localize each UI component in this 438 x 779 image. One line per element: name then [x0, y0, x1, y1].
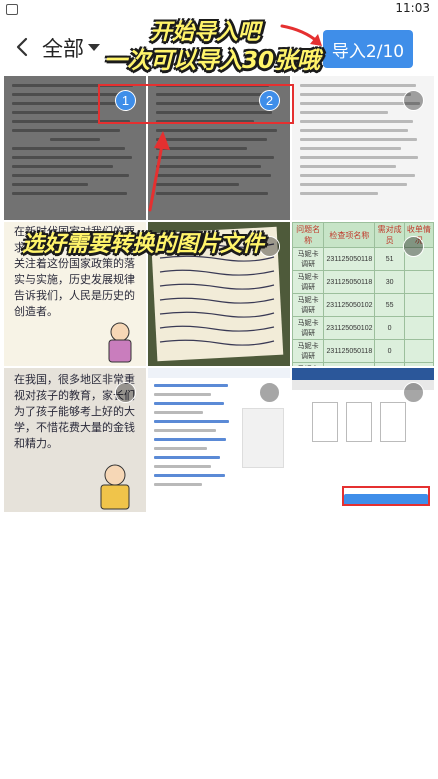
table-cell: 51 [374, 247, 405, 271]
table-cell: 231125050102 [323, 362, 376, 366]
table-cell: 0 [374, 316, 405, 340]
table-cell: 马妮卡调研 [292, 316, 325, 340]
photo-thumbnail-6[interactable]: 问题名称 检查项名称 需对成员 收单情况 马妮卡调研 231125050118 51 马妮卡调… [292, 222, 434, 366]
table-cell: 231125050118 [323, 339, 376, 363]
table-row: 马妮卡调研 231125050102 0 [292, 316, 434, 340]
cartoon-figure-icon [108, 322, 132, 363]
selection-circle[interactable] [403, 236, 424, 257]
table-cell: 马妮卡调研 [292, 339, 325, 363]
photo-thumbnail-7[interactable]: 在我国，很多地区非常重视对孩子的教育，家长们为了孩子能够考上好的大学，不惜花费大… [4, 368, 146, 512]
album-label: 全部 [42, 37, 84, 61]
album-selector[interactable]: 全部 [42, 33, 100, 63]
back-button[interactable] [8, 32, 38, 62]
table-row: 马妮卡调研 231125050102 55 [292, 293, 434, 317]
status-time: 11:03 [395, 1, 430, 15]
callout-select-hint: 选好需要转换的图片文件 [22, 232, 265, 257]
table-cell: 231125050118 [323, 270, 376, 294]
photo-grid: 1 2 在新时代国家对我们的要求是什么？全国人民都在关注着这份国家政策的落实与实… [0, 76, 438, 512]
table-cell: 马妮卡调研 [292, 247, 325, 271]
table-cell: 0 [374, 339, 405, 363]
photo-thumbnail-3[interactable] [292, 76, 434, 220]
table-cell [403, 270, 434, 294]
table-cell [403, 293, 434, 317]
table-row: 马妮卡调研23112505010252 [292, 362, 434, 366]
photo-thumbnail-9[interactable] [292, 368, 434, 512]
table-cell: 231125050102 [323, 316, 376, 340]
app-notification-icon [6, 4, 18, 15]
table-row: 马妮卡调研 231125050118 0 [292, 339, 434, 363]
cartoon-figure-icon [100, 464, 130, 510]
table-cell [403, 339, 434, 363]
table-cell [403, 362, 434, 366]
table-header-cell: 需对成员 [374, 222, 405, 248]
table-cell: 马妮卡调研 [292, 293, 325, 317]
import-button[interactable]: 导入2/10 [323, 30, 413, 68]
selection-circle[interactable] [403, 382, 424, 403]
back-arrow-icon [16, 37, 28, 57]
caret-down-icon [88, 44, 100, 51]
selection-circle[interactable] [115, 382, 136, 403]
selection-highlight-box [98, 84, 294, 124]
table-cell: 马妮卡调研 [292, 362, 325, 366]
table-cell: 马妮卡调研 [292, 270, 325, 294]
table-cell: 231125050102 [323, 293, 376, 317]
selection-circle[interactable] [259, 382, 280, 403]
table-header-cell: 检查项名称 [323, 222, 376, 248]
selection-circle[interactable] [403, 90, 424, 111]
table-cell: 55 [374, 293, 405, 317]
photo-thumbnail-8[interactable] [148, 368, 290, 512]
callout-line-2: 一次可以导入30张哦 [104, 48, 321, 74]
table-cell: 231125050118 [323, 247, 376, 271]
table-cell [403, 316, 434, 340]
table-cell: 52 [374, 362, 405, 366]
table-row: 马妮卡调研 231125050118 30 [292, 270, 434, 294]
table-cell: 30 [374, 270, 405, 294]
table-header-cell: 问题名称 [292, 222, 325, 248]
